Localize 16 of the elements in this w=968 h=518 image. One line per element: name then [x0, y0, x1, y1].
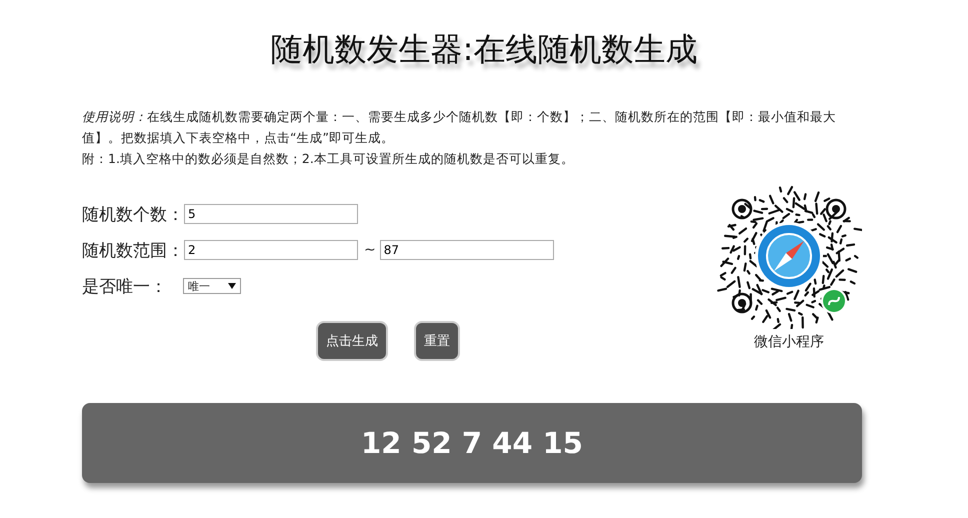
range-separator: ~ — [364, 242, 376, 258]
instructions-text: 使用说明：在线生成随机数需要确定两个量：一、需要生成多少个随机数【即：个数】；二、随机数所在的范围【即：最小值和最大值】。把数据填入下表空格中，点击“生成”即可生成。 — [82, 108, 837, 147]
min-field[interactable]: 2 — [184, 240, 358, 260]
generate-button[interactable]: 点击生成 — [316, 321, 388, 361]
qr-caption: 微信小程序 — [754, 333, 824, 351]
unique-select[interactable]: 唯一 — [183, 278, 241, 294]
max-field[interactable]: 87 — [380, 240, 554, 260]
result-panel: 12 52 7 44 15 — [82, 403, 862, 483]
count-label: 随机数个数： — [82, 204, 184, 226]
range-label: 随机数范围： — [82, 240, 184, 262]
page-title: 随机数发生器:在线随机数生成 — [270, 29, 698, 70]
instructions-text: 附：1.填入空格中的数必须是自然数；2.本工具可设置所生成的随机数是否可以重复。 — [82, 150, 575, 168]
reset-button[interactable]: 重置 — [414, 321, 460, 361]
count-field[interactable]: 5 — [184, 204, 358, 224]
caret-icon — [228, 283, 236, 289]
unique-label: 是否唯一： — [82, 276, 167, 298]
